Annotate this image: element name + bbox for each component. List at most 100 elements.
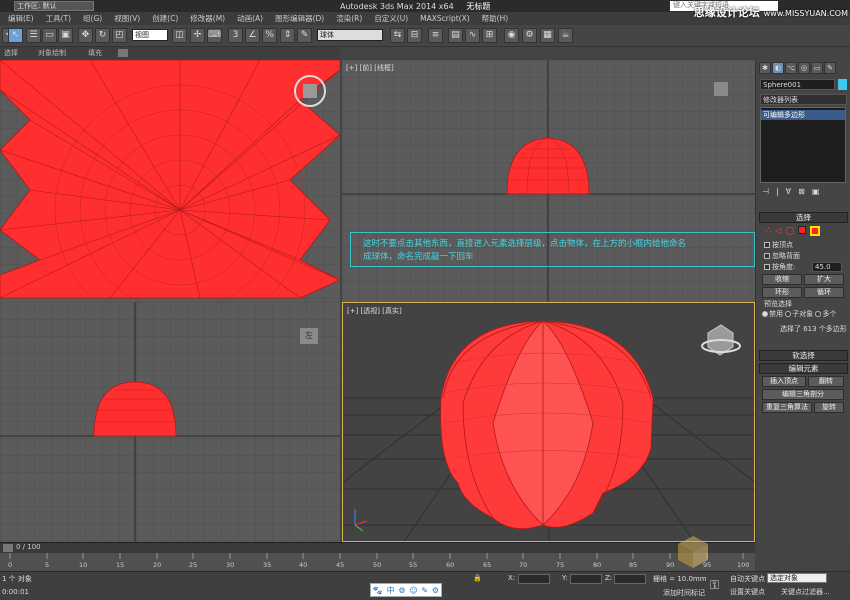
viewport-persp-label[interactable]: [+] [透视] [真实] — [347, 306, 402, 316]
named-selection-field[interactable]: 球体 — [317, 29, 383, 41]
select-object-icon[interactable]: ↖ — [8, 28, 23, 43]
by-vertex-option[interactable]: 按顶点 — [764, 240, 793, 250]
menu-graph-editors[interactable]: 图形编辑器(D) — [269, 12, 330, 25]
key-icon[interactable]: ⚿ — [710, 578, 719, 593]
spinner-snap-icon[interactable]: ⇕ — [280, 28, 295, 43]
menu-rendering[interactable]: 渲染(R) — [330, 12, 368, 25]
retriangulate-button[interactable]: 重复三角算法 — [762, 402, 812, 413]
menu-modifiers[interactable]: 修改器(M) — [184, 12, 231, 25]
border-level-icon[interactable]: ◯ — [785, 226, 794, 236]
add-time-tag[interactable]: 添加时间标记 — [663, 588, 705, 598]
preview-subobject-option[interactable]: 子对象 — [785, 310, 813, 318]
ribbon-tab-populate[interactable]: 填充 — [88, 47, 102, 60]
angle-snap-icon[interactable]: ∠ — [245, 28, 260, 43]
display-tab-icon[interactable]: ▭ — [811, 62, 823, 74]
make-unique-icon[interactable]: ∀ — [786, 187, 791, 196]
loop-button[interactable]: 循环 — [804, 287, 844, 298]
select-manipulate-icon[interactable]: ✢ — [190, 28, 205, 43]
by-angle-option[interactable]: 按角度: — [764, 262, 795, 272]
shrink-button[interactable]: 收缩 — [762, 274, 802, 285]
keyboard-shortcut-icon[interactable]: ⌨ — [207, 28, 222, 43]
timeline-track[interactable]: 0 5 10 15 20 25 30 35 40 45 50 55 60 65 … — [0, 553, 755, 571]
selection-rollout-header[interactable]: 选择 — [759, 212, 848, 223]
lock-selection-icon[interactable]: 🔒 — [473, 574, 482, 582]
menu-edit[interactable]: 编辑(E) — [2, 12, 40, 25]
grow-button[interactable]: 扩大 — [804, 274, 844, 285]
snaps-toggle-icon[interactable]: 3 — [228, 28, 243, 43]
hierarchy-tab-icon[interactable]: ⌥ — [785, 62, 797, 74]
paw-icon[interactable]: 🐾 — [373, 586, 383, 595]
modifier-list-dropdown[interactable]: 修改器列表 — [760, 94, 847, 105]
insert-vertex-button[interactable]: 插入顶点 — [762, 376, 806, 387]
viewport-front-label[interactable]: [+] [前] [线框] — [346, 63, 394, 73]
stack-item-editable-poly[interactable]: 可编辑多边形 — [761, 110, 845, 120]
material-editor-icon[interactable]: ◉ — [504, 28, 519, 43]
move-icon[interactable]: ✥ — [78, 28, 93, 43]
ring-button[interactable]: 环形 — [762, 287, 802, 298]
pivot-center-icon[interactable]: ◫ — [172, 28, 187, 43]
vertex-level-icon[interactable]: ∴ — [766, 226, 771, 236]
ime-settings-icon[interactable]: ⚙ — [432, 586, 439, 595]
viewport-perspective[interactable]: [+] [透视] [真实] — [342, 302, 755, 542]
z-coordinate-field[interactable] — [614, 574, 646, 584]
align-icon[interactable]: ⊟ — [407, 28, 422, 43]
curve-editor-icon[interactable]: ∿ — [465, 28, 480, 43]
configure-sets-icon[interactable]: ▣ — [812, 187, 820, 196]
polygon-level-icon[interactable] — [798, 226, 807, 234]
remove-modifier-icon[interactable]: ⊠ — [798, 187, 805, 196]
object-name-field[interactable]: Sphere001 — [760, 79, 835, 90]
selected-object-dropdown[interactable]: 选定对象 — [767, 573, 827, 583]
time-slider[interactable]: 0 / 100 — [0, 542, 755, 553]
ime-pen-icon[interactable]: ✎ — [421, 586, 428, 595]
schematic-view-icon[interactable]: ⊞ — [482, 28, 497, 43]
menu-customize[interactable]: 自定义(U) — [368, 12, 414, 25]
show-end-result-icon[interactable]: | — [776, 187, 779, 196]
ribbon-tab-object-paint[interactable]: 对象绘制 — [38, 47, 66, 60]
motion-tab-icon[interactable]: ◎ — [798, 62, 810, 74]
turn-button[interactable]: 旋转 — [814, 402, 844, 413]
rectangle-selection-icon[interactable]: ▭ — [42, 28, 57, 43]
render-setup-icon[interactable]: ⚙ — [522, 28, 537, 43]
percent-snap-icon[interactable]: % — [262, 28, 277, 43]
menu-animation[interactable]: 动画(A) — [231, 12, 269, 25]
flip-button[interactable]: 翻转 — [808, 376, 844, 387]
rendered-frame-icon[interactable]: ▦ — [540, 28, 555, 43]
edit-elements-rollout-header[interactable]: 编辑元素 — [759, 363, 848, 374]
layer-manager-icon[interactable]: ≡ — [428, 28, 443, 43]
workspace-dropdown[interactable]: 工作区: 默认 — [14, 1, 94, 11]
soft-selection-rollout-header[interactable]: 软选择 — [759, 350, 848, 361]
menu-help[interactable]: 帮助(H) — [476, 12, 515, 25]
ime-emoji-icon[interactable]: ☺ — [409, 586, 417, 595]
y-coordinate-field[interactable] — [570, 574, 602, 584]
window-crossing-icon[interactable]: ▣ — [58, 28, 73, 43]
ime-punct-icon[interactable]: ⚙ — [398, 586, 405, 595]
ime-chinese-icon[interactable]: 中 — [387, 585, 395, 596]
graphite-toggle-icon[interactable]: ▤ — [448, 28, 463, 43]
menu-views[interactable]: 视图(V) — [108, 12, 146, 25]
preview-disabled-option[interactable]: 禁用 — [762, 310, 783, 318]
menu-maxscript[interactable]: MAXScript(X) — [414, 12, 475, 25]
auto-key-button[interactable]: 自动关键点 — [730, 574, 765, 584]
key-filters-button[interactable]: 关键点过滤器... — [781, 587, 830, 597]
left-viewcube[interactable]: 左 — [300, 328, 318, 344]
viewport-left[interactable]: 左 — [0, 302, 340, 542]
menu-group[interactable]: 组(G) — [77, 12, 108, 25]
object-color-swatch[interactable] — [838, 79, 847, 90]
rotate-icon[interactable]: ↻ — [95, 28, 110, 43]
viewport-top[interactable] — [0, 60, 340, 302]
create-tab-icon[interactable]: ✱ — [759, 62, 771, 74]
angle-value-field[interactable]: 45.0 — [812, 262, 842, 272]
menu-create[interactable]: 创建(C) — [146, 12, 184, 25]
edit-triangulation-button[interactable]: 编辑三角剖分 — [762, 389, 844, 400]
x-coordinate-field[interactable] — [518, 574, 550, 584]
preview-multi-option[interactable]: 多个 — [815, 310, 836, 318]
ribbon-tab-select[interactable]: 选择 — [4, 47, 18, 60]
menu-tools[interactable]: 工具(T) — [40, 12, 77, 25]
modify-tab-icon[interactable]: ◐ — [772, 62, 784, 74]
mirror-icon[interactable]: ⇆ — [390, 28, 405, 43]
ribbon-toggle-icon[interactable] — [118, 49, 128, 57]
render-teapot-icon[interactable]: ☕ — [558, 28, 573, 43]
pin-stack-icon[interactable]: ⊣ — [762, 187, 769, 196]
reference-coordinate-dropdown[interactable]: 视图 — [132, 29, 168, 41]
utilities-tab-icon[interactable]: ✎ — [824, 62, 836, 74]
